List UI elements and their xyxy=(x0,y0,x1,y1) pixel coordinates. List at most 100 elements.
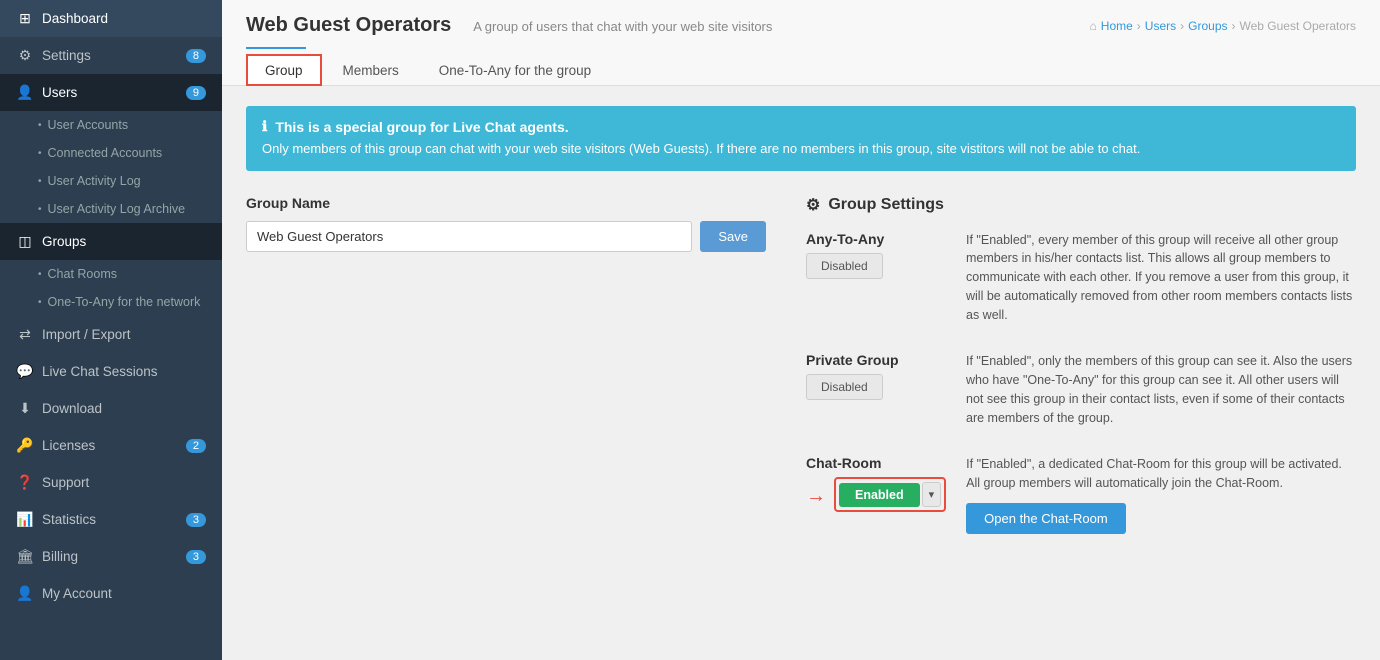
statistics-icon: 📊 xyxy=(16,511,34,528)
breadcrumb-home-icon: ⌂ xyxy=(1090,19,1097,33)
sidebar-item-billing[interactable]: 🏛 Billing 3 xyxy=(0,538,222,575)
tab-members[interactable]: Members xyxy=(324,54,418,86)
setting-chat-room-row: Chat-Room → Enabled ▾ If "Ena xyxy=(806,455,1356,534)
sidebar-item-label: Support xyxy=(42,475,89,490)
sidebar-item-label: Billing xyxy=(42,549,78,564)
sidebar-item-label: Connected Accounts xyxy=(48,146,163,160)
chat-room-desc: If "Enabled", a dedicated Chat-Room for … xyxy=(966,455,1356,493)
breadcrumb-users[interactable]: Users xyxy=(1145,19,1176,33)
save-button[interactable]: Save xyxy=(700,221,766,252)
private-group-desc: If "Enabled", only the members of this g… xyxy=(966,352,1356,427)
chat-room-label: Chat-Room xyxy=(806,455,946,471)
tab-underline xyxy=(246,47,306,49)
chat-room-enabled-button[interactable]: Enabled xyxy=(839,483,920,507)
sidebar-subitem-one-to-any-network[interactable]: • One-To-Any for the network xyxy=(0,288,222,316)
dot-icon: • xyxy=(38,176,42,187)
sidebar-item-licenses[interactable]: 🔑 Licenses 2 xyxy=(0,427,222,464)
billing-icon: 🏛 xyxy=(16,548,34,565)
breadcrumb-sep: › xyxy=(1232,19,1236,33)
sidebar-item-label: One-To-Any for the network xyxy=(48,295,201,309)
sidebar-item-label: Groups xyxy=(42,234,86,249)
sidebar-item-settings[interactable]: ⚙ Settings 8 xyxy=(0,37,222,74)
sidebar-item-label: Import / Export xyxy=(42,327,131,342)
sidebar-item-label: User Accounts xyxy=(48,118,129,132)
arrow-right-icon: → xyxy=(806,485,826,508)
download-icon: ⬇ xyxy=(16,400,34,417)
info-banner: ℹ This is a special group for Live Chat … xyxy=(246,106,1356,171)
statistics-badge: 3 xyxy=(186,513,206,527)
sidebar-item-my-account[interactable]: 👤 My Account xyxy=(0,575,222,612)
sidebar-item-label: User Activity Log Archive xyxy=(48,202,186,216)
sidebar-item-label: User Activity Log xyxy=(48,174,141,188)
left-column: Group Name Save xyxy=(246,195,766,562)
licenses-icon: 🔑 xyxy=(16,437,34,454)
sidebar-subitem-chat-rooms[interactable]: • Chat Rooms xyxy=(0,260,222,288)
breadcrumb-groups[interactable]: Groups xyxy=(1188,19,1227,33)
content-area: ℹ This is a special group for Live Chat … xyxy=(222,86,1380,660)
users-badge: 9 xyxy=(186,86,206,100)
tabs: Group Members One-To-Any for the group xyxy=(246,53,1356,85)
sidebar-item-support[interactable]: ❓ Support xyxy=(0,464,222,501)
tab-one-to-any[interactable]: One-To-Any for the group xyxy=(420,54,610,86)
settings-section-title: ⚙ Group Settings xyxy=(806,195,1356,215)
group-name-label: Group Name xyxy=(246,195,766,211)
sidebar-item-import-export[interactable]: ⇄ Import / Export xyxy=(0,316,222,353)
page-header: Web Guest Operators A group of users tha… xyxy=(222,0,1380,86)
sidebar-item-users[interactable]: 👤 Users 9 xyxy=(0,74,222,111)
breadcrumb-home[interactable]: Home xyxy=(1101,19,1133,33)
setting-private-group: Private Group Disabled If "Enabled", onl… xyxy=(806,352,1356,427)
banner-title: ℹ This is a special group for Live Chat … xyxy=(262,118,1340,135)
dot-icon: • xyxy=(38,148,42,159)
sidebar-subitem-user-activity-log[interactable]: • User Activity Log xyxy=(0,167,222,195)
group-name-input-row: Save xyxy=(246,221,766,252)
breadcrumb-sep: › xyxy=(1180,19,1184,33)
dot-icon: • xyxy=(38,204,42,215)
sidebar-item-label: Live Chat Sessions xyxy=(42,364,158,379)
chat-room-right: If "Enabled", a dedicated Chat-Room for … xyxy=(966,455,1356,534)
breadcrumb-current: Web Guest Operators xyxy=(1240,19,1357,33)
info-icon: ℹ xyxy=(262,118,267,135)
my-account-icon: 👤 xyxy=(16,585,34,602)
dot-icon: • xyxy=(38,269,42,280)
sidebar-item-label: Download xyxy=(42,401,102,416)
dashboard-icon: ⊞ xyxy=(16,10,34,27)
chat-room-toggle-right[interactable]: ▾ xyxy=(922,482,942,507)
settings-icon: ⚙ xyxy=(16,47,34,64)
sidebar-subitem-user-accounts[interactable]: • User Accounts xyxy=(0,111,222,139)
sidebar-item-label: Chat Rooms xyxy=(48,267,117,281)
sidebar-item-label: Statistics xyxy=(42,512,96,527)
sidebar-item-statistics[interactable]: 📊 Statistics 3 xyxy=(0,501,222,538)
private-group-toggle[interactable]: Disabled xyxy=(806,374,883,400)
sidebar-item-groups[interactable]: ◫ Groups xyxy=(0,223,222,260)
sidebar-item-label: Licenses xyxy=(42,438,95,453)
users-icon: 👤 xyxy=(16,84,34,101)
chat-room-toggle-wrap: Enabled ▾ xyxy=(834,477,946,512)
setting-any-to-any-row: Any-To-Any Disabled If "Enabled", every … xyxy=(806,231,1356,325)
sidebar-subitem-user-activity-log-archive[interactable]: • User Activity Log Archive xyxy=(0,195,222,223)
sidebar-item-label: Users xyxy=(42,85,77,100)
dot-icon: • xyxy=(38,120,42,131)
page-title: Web Guest Operators xyxy=(246,14,451,37)
banner-text: Only members of this group can chat with… xyxy=(262,139,1340,159)
two-column-layout: Group Name Save ⚙ Group Settings Any-To-… xyxy=(246,195,1356,562)
licenses-badge: 2 xyxy=(186,439,206,453)
settings-badge: 8 xyxy=(186,49,206,63)
sidebar-item-label: My Account xyxy=(42,586,112,601)
setting-chat-room-left: Chat-Room → Enabled ▾ xyxy=(806,455,946,516)
setting-any-to-any: Any-To-Any Disabled If "Enabled", every … xyxy=(806,231,1356,325)
dot-icon: • xyxy=(38,297,42,308)
sidebar-subitem-connected-accounts[interactable]: • Connected Accounts xyxy=(0,139,222,167)
tab-group[interactable]: Group xyxy=(246,54,322,86)
open-chatroom-button[interactable]: Open the Chat-Room xyxy=(966,503,1126,534)
sidebar-item-download[interactable]: ⬇ Download xyxy=(0,390,222,427)
setting-chat-room: Chat-Room → Enabled ▾ If "Ena xyxy=(806,455,1356,534)
sidebar-item-dashboard[interactable]: ⊞ Dashboard xyxy=(0,0,222,37)
sidebar-item-label: Dashboard xyxy=(42,11,108,26)
private-group-label: Private Group xyxy=(806,352,946,368)
any-to-any-toggle[interactable]: Disabled xyxy=(806,253,883,279)
groups-icon: ◫ xyxy=(16,233,34,250)
support-icon: ❓ xyxy=(16,474,34,491)
sidebar-item-live-chat-sessions[interactable]: 💬 Live Chat Sessions xyxy=(0,353,222,390)
group-name-input[interactable] xyxy=(246,221,692,252)
import-export-icon: ⇄ xyxy=(16,326,34,343)
